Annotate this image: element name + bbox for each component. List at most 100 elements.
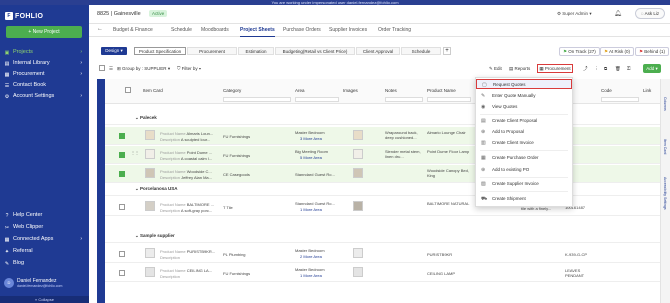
area-cell[interactable]: Big Meeting Room: [295, 149, 328, 154]
col-images[interactable]: Images: [343, 88, 358, 93]
table-row[interactable]: Product Name Woodside C... Description J…: [105, 165, 660, 183]
tab-estimation[interactable]: Estimation: [238, 47, 274, 55]
item-image[interactable]: [353, 248, 363, 258]
menu-create-client-invoice[interactable]: ▥ Create Client Invoice: [476, 138, 572, 148]
row-checkbox[interactable]: [119, 171, 125, 177]
group-header[interactable]: ⌄ Porcelanosa USA: [105, 186, 660, 196]
tab-order-tracking[interactable]: Order Tracking: [378, 27, 411, 37]
col-code[interactable]: Code: [601, 88, 612, 93]
category-cell[interactable]: CE Casegoods: [223, 172, 250, 177]
sidebar-item-account-settings[interactable]: ⚙ Account Settings ›: [4, 91, 86, 102]
more-area-link[interactable]: 5 More Area: [300, 155, 322, 160]
add-button[interactable]: Add ▾: [643, 64, 661, 73]
sidebar-item-procurement[interactable]: ▦ Procurement ›: [4, 69, 86, 80]
group-header[interactable]: ⌄ Palecek: [105, 115, 660, 125]
product-name-cell[interactable]: Point Dume Floor Lamp: [427, 149, 471, 154]
product-name-cell[interactable]: Woodside Canopy Bed, King: [427, 168, 471, 178]
tab-product-specification[interactable]: Product Specification: [134, 47, 186, 55]
area-filter-input[interactable]: [295, 97, 339, 102]
menu-request-quotes[interactable]: ▢ Request Quotes: [476, 79, 572, 89]
area-cell[interactable]: Master Bedroom: [295, 248, 325, 253]
table-row[interactable]: Product Name PURISTB9KR... Description P…: [105, 245, 660, 263]
sidebar-item-web-clipper[interactable]: ✂ Web Clipper: [4, 222, 86, 233]
product-name-cell[interactable]: CEILING LAMP: [427, 271, 455, 276]
col-product-name[interactable]: Product Name: [427, 88, 456, 93]
on-track-pill[interactable]: ⚑ On Track (27): [559, 47, 600, 56]
tab-client-approval[interactable]: Client Approval: [356, 47, 400, 55]
design-dropdown[interactable]: Design ▾: [101, 47, 127, 55]
more-area-link[interactable]: 1 More Area: [300, 207, 322, 212]
more-area-link[interactable]: 1 More Area: [300, 273, 322, 278]
item-thumbnail[interactable]: [145, 267, 155, 277]
menu-add-to-existing-po[interactable]: ⊕ Add to existing PO: [476, 165, 572, 175]
menu-create-client-proposal[interactable]: ▤ Create Client Proposal: [476, 116, 572, 126]
menu-create-purchase-order[interactable]: ▦ Create Purchase Order: [476, 153, 572, 163]
collapse-button[interactable]: « Collapse: [0, 296, 89, 303]
code-cell[interactable]: LEAVES PENDANT: [565, 268, 595, 278]
col-item-card[interactable]: Item Card: [143, 88, 163, 93]
tab-budgeting[interactable]: Budgeting(Retail vs Client Price): [275, 47, 355, 55]
procurement-button[interactable]: ▦ Procurement: [537, 64, 573, 73]
sidebar-item-connected-apps[interactable]: ▦ Connected Apps ›: [4, 234, 86, 245]
lock-icon[interactable]: ⚿: [627, 66, 630, 71]
item-image[interactable]: [353, 201, 363, 211]
item-image[interactable]: [353, 130, 363, 140]
product-name-filter-input[interactable]: [427, 97, 471, 102]
item-thumbnail[interactable]: [145, 130, 155, 140]
sidebar-item-referral[interactable]: ✦ Referral: [4, 246, 86, 257]
copy-icon[interactable]: ⧉: [604, 66, 607, 71]
area-cell[interactable]: Master Bedroom: [295, 267, 325, 272]
reports-button[interactable]: ▤ Reports: [509, 66, 530, 72]
behind-pill[interactable]: ⚑ Behind (1): [635, 47, 670, 56]
menu-create-supplier-invoice[interactable]: ▧ Create Supplier Invoice: [476, 179, 572, 189]
sidebar-item-contact-book[interactable]: ☰ Contact Book: [4, 80, 86, 91]
category-cell[interactable]: PL Plumbing: [223, 252, 246, 257]
item-image[interactable]: [353, 168, 363, 178]
product-name-cell[interactable]: PURISTB9KR: [427, 252, 452, 257]
rail-columns[interactable]: Columns: [663, 97, 667, 111]
at-risk-pill[interactable]: ⚑ At Risk (0): [600, 47, 635, 56]
header-checkbox[interactable]: [125, 87, 131, 93]
item-thumbnail[interactable]: [145, 168, 155, 178]
table-row[interactable]: Product Name CEILING LA... Description F…: [105, 264, 660, 282]
code-cell[interactable]: K-939-G-CP: [565, 252, 587, 257]
category-cell[interactable]: T Tile: [223, 205, 233, 210]
table-row[interactable]: Product Name BALTIMORE ... Description A…: [105, 198, 660, 216]
ask-liz-button[interactable]: ◌ Ask Liz: [635, 8, 665, 19]
group-header[interactable]: ⌄ Sample supplier: [105, 233, 660, 243]
tab-budget-finance[interactable]: Budget & Finance: [113, 27, 153, 37]
item-image[interactable]: [353, 149, 363, 159]
product-name-cell[interactable]: BALTIMORE NATURAL: [427, 201, 471, 206]
sidebar-item-internal-library[interactable]: ▤ Internal Library ›: [4, 58, 86, 69]
product-name-cell[interactable]: Almario Lounge Chair: [427, 130, 471, 135]
sidebar-item-blog[interactable]: ✎ Blog: [4, 258, 86, 269]
edit-button[interactable]: ✎ Edit: [489, 66, 502, 72]
share-icon[interactable]: ⤴: [583, 66, 588, 72]
sidebar-item-projects[interactable]: ▣ Projects ›: [4, 47, 86, 58]
filter-by-dropdown[interactable]: ⛉ Filter by ▾: [177, 66, 201, 71]
tab-purchase-orders[interactable]: Purchase Orders: [283, 27, 321, 37]
more-icon[interactable]: ⋮: [594, 66, 599, 72]
item-thumbnail[interactable]: [145, 149, 155, 159]
item-image[interactable]: [353, 267, 363, 277]
role-switcher[interactable]: ⚙ Super Admin ▾: [557, 11, 592, 17]
row-checkbox[interactable]: [119, 133, 125, 139]
row-checkbox[interactable]: [119, 204, 125, 210]
rail-item-card[interactable]: Item Card: [663, 139, 667, 154]
tab-project-sheets[interactable]: Project Sheets: [240, 27, 275, 37]
table-row[interactable]: Product Name Almaris Loun... Description…: [105, 127, 660, 145]
group-by-dropdown[interactable]: ⊞ Group by : SUPPLIER ▾: [117, 66, 170, 72]
notes-cell[interactable]: Wraparound back, deep cushioned...: [385, 130, 425, 140]
more-area-link[interactable]: 3 More Area: [300, 136, 322, 141]
table-row[interactable]: ⋮⋮ Product Name Point Dume ... Descripti…: [105, 146, 660, 164]
project-title[interactable]: 8825 | Gainesville: [97, 11, 141, 17]
col-link[interactable]: Link: [643, 88, 651, 93]
sidebar-item-help-center[interactable]: ? Help Center: [4, 210, 86, 221]
logo[interactable]: F FOHLIO: [5, 12, 43, 20]
tab-supplier-invoices[interactable]: Supplier Invoices: [329, 27, 367, 37]
notification-icon[interactable]: 🔔︎: [614, 10, 622, 17]
tab-schedule-sheet[interactable]: Schedule: [401, 47, 441, 55]
menu-enter-quote-manually[interactable]: ✎ Enter Quote Manually: [476, 91, 572, 101]
item-thumbnail[interactable]: [145, 248, 155, 258]
area-cell[interactable]: Stanndard Guest Ro...: [295, 172, 335, 177]
